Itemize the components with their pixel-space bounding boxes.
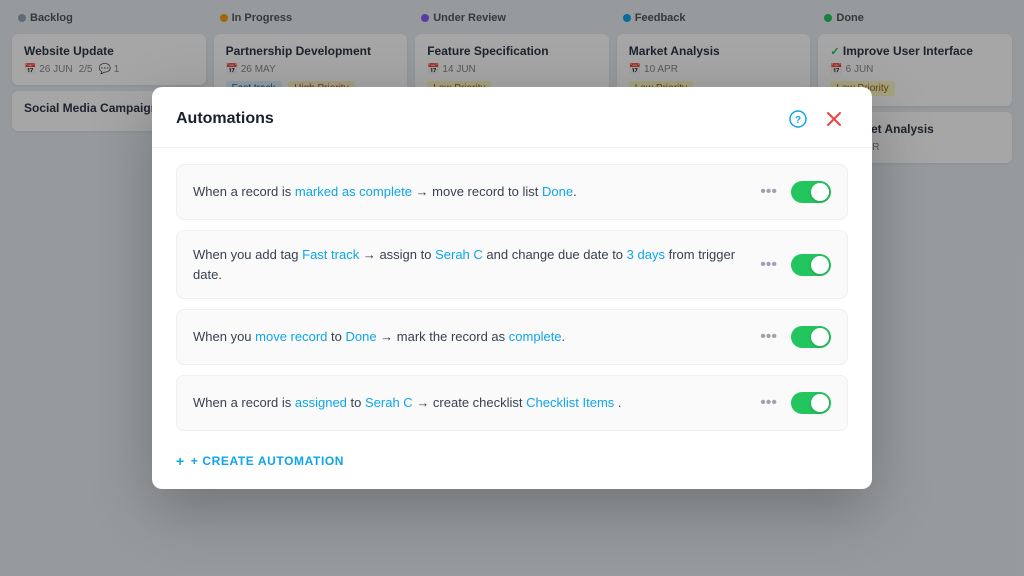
automation-row-2: When you add tag Fast track → assign to …	[176, 230, 848, 299]
modal-header: Automations ?	[152, 87, 872, 148]
help-button[interactable]: ?	[784, 105, 812, 133]
automation-menu-2[interactable]: •••	[756, 252, 781, 278]
link-done-1: Done	[542, 184, 573, 199]
toggle-4[interactable]	[791, 392, 831, 414]
link-complete: complete	[509, 329, 562, 344]
modal-body: When a record is marked as complete → mo…	[152, 148, 872, 489]
automations-modal: Automations ? When a record is marked as…	[152, 87, 872, 489]
link-marked-complete: marked as complete	[295, 184, 412, 199]
automation-actions-1: •••	[756, 179, 831, 205]
create-automation-label: + CREATE AUTOMATION	[191, 454, 344, 468]
link-assigned: assigned	[295, 395, 347, 410]
automation-menu-4[interactable]: •••	[756, 390, 781, 416]
automation-text-3: When you move record to Done → mark the …	[193, 327, 744, 347]
svg-text:?: ?	[795, 115, 801, 126]
link-move-record: move record	[255, 329, 327, 344]
toggle-3[interactable]	[791, 326, 831, 348]
modal-header-actions: ?	[784, 105, 848, 133]
close-button[interactable]	[820, 105, 848, 133]
link-serah-c-2: Serah C	[365, 395, 413, 410]
automation-row-1: When a record is marked as complete → mo…	[176, 164, 848, 220]
link-done-2: Done	[345, 329, 376, 344]
automation-actions-4: •••	[756, 390, 831, 416]
toggle-2[interactable]	[791, 254, 831, 276]
link-fast-track: Fast track	[302, 247, 359, 262]
automation-actions-2: •••	[756, 252, 831, 278]
automation-text-4: When a record is assigned to Serah C → c…	[193, 393, 744, 413]
link-3-days: 3 days	[627, 247, 665, 262]
automation-text-1: When a record is marked as complete → mo…	[193, 182, 744, 202]
automation-actions-3: •••	[756, 324, 831, 350]
automation-menu-1[interactable]: •••	[756, 179, 781, 205]
create-automation-button[interactable]: + + CREATE AUTOMATION	[176, 441, 344, 473]
automation-menu-3[interactable]: •••	[756, 324, 781, 350]
link-checklist-items: Checklist Items	[526, 395, 614, 410]
automation-row-3: When you move record to Done → mark the …	[176, 309, 848, 365]
automation-row-4: When a record is assigned to Serah C → c…	[176, 375, 848, 431]
toggle-1[interactable]	[791, 181, 831, 203]
plus-icon: +	[176, 453, 185, 469]
automation-text-2: When you add tag Fast track → assign to …	[193, 245, 744, 284]
modal-title: Automations	[176, 110, 274, 128]
link-serah-c-1: Serah C	[435, 247, 483, 262]
